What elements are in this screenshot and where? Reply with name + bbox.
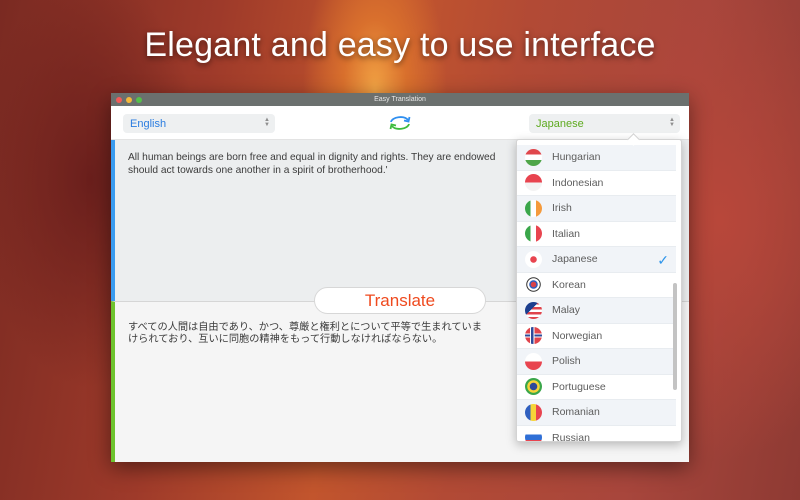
target-language-label: Japanese xyxy=(536,117,584,130)
language-option-label: Russian xyxy=(552,431,590,442)
russia-flag-icon xyxy=(525,429,542,441)
select-arrows-icon: ▲ ▼ xyxy=(669,117,675,128)
japan-flag-icon xyxy=(525,250,542,268)
source-language-select[interactable]: English ▲ ▼ xyxy=(123,114,275,133)
brazil-flag-icon xyxy=(525,378,542,396)
language-option-norwegian[interactable]: Norwegian xyxy=(517,323,676,349)
ireland-flag-icon xyxy=(525,199,542,217)
language-option-malay[interactable]: Malay xyxy=(517,298,676,324)
poland-flag-icon xyxy=(525,352,542,370)
language-option-polish[interactable]: Polish xyxy=(517,349,676,375)
language-list: Hungarian Indonesian Irish Italian Japanese ✓… xyxy=(517,145,676,442)
source-text[interactable]: All human beings are born free and equal… xyxy=(115,140,515,177)
select-arrows-icon: ▲ ▼ xyxy=(264,117,270,128)
language-option-portuguese[interactable]: Portuguese xyxy=(517,374,676,400)
language-dropdown: Hungarian Indonesian Irish Italian Japanese ✓… xyxy=(516,139,682,442)
window-title: Easy Translation xyxy=(374,96,426,103)
romania-flag-icon xyxy=(525,403,542,421)
target-language-select[interactable]: Japanese ▲ ▼ xyxy=(529,114,680,133)
swap-languages-button[interactable] xyxy=(387,114,413,132)
language-option-romanian[interactable]: Romanian xyxy=(517,400,676,426)
language-option-label: Korean xyxy=(552,278,586,291)
language-option-label: Romanian xyxy=(552,406,600,419)
indonesia-flag-icon xyxy=(525,174,542,192)
checkmark-icon: ✓ xyxy=(657,252,669,268)
language-option-italian[interactable]: Italian xyxy=(517,221,676,247)
swap-arrows-icon xyxy=(389,116,411,130)
language-option-label: Japanese xyxy=(552,253,598,266)
source-language-label: English xyxy=(130,117,167,130)
title-bar: Easy Translation xyxy=(111,93,689,106)
malaysia-flag-icon xyxy=(525,301,542,319)
language-option-label: Italian xyxy=(552,227,581,240)
language-option-label: Irish xyxy=(552,202,572,215)
language-option-russian[interactable]: Russian xyxy=(517,425,676,442)
headline: Elegant and easy to use interface xyxy=(144,26,656,64)
app-window: Easy Translation English ▲ ▼ Japanese ▲ ▼ … xyxy=(111,93,689,462)
dropdown-scrollbar[interactable] xyxy=(673,283,677,390)
language-option-label: Malay xyxy=(552,304,581,317)
italy-flag-icon xyxy=(525,225,542,243)
language-option-label: Indonesian xyxy=(552,176,604,189)
language-option-hungarian[interactable]: Hungarian xyxy=(517,145,676,171)
language-option-label: Norwegian xyxy=(552,329,603,342)
language-option-indonesian[interactable]: Indonesian xyxy=(517,170,676,196)
language-option-irish[interactable]: Irish xyxy=(517,196,676,222)
language-option-japanese[interactable]: Japanese ✓ xyxy=(517,247,676,273)
language-option-label: Polish xyxy=(552,355,581,368)
language-option-label: Hungarian xyxy=(552,151,601,164)
toolbar: English ▲ ▼ Japanese ▲ ▼ xyxy=(111,106,689,140)
hungary-flag-icon xyxy=(525,148,542,166)
translate-button[interactable]: Translate xyxy=(314,287,486,314)
norway-flag-icon xyxy=(525,327,542,345)
korea-flag-icon xyxy=(525,276,542,294)
language-option-label: Portuguese xyxy=(552,380,606,393)
language-option-korean[interactable]: Korean xyxy=(517,272,676,298)
